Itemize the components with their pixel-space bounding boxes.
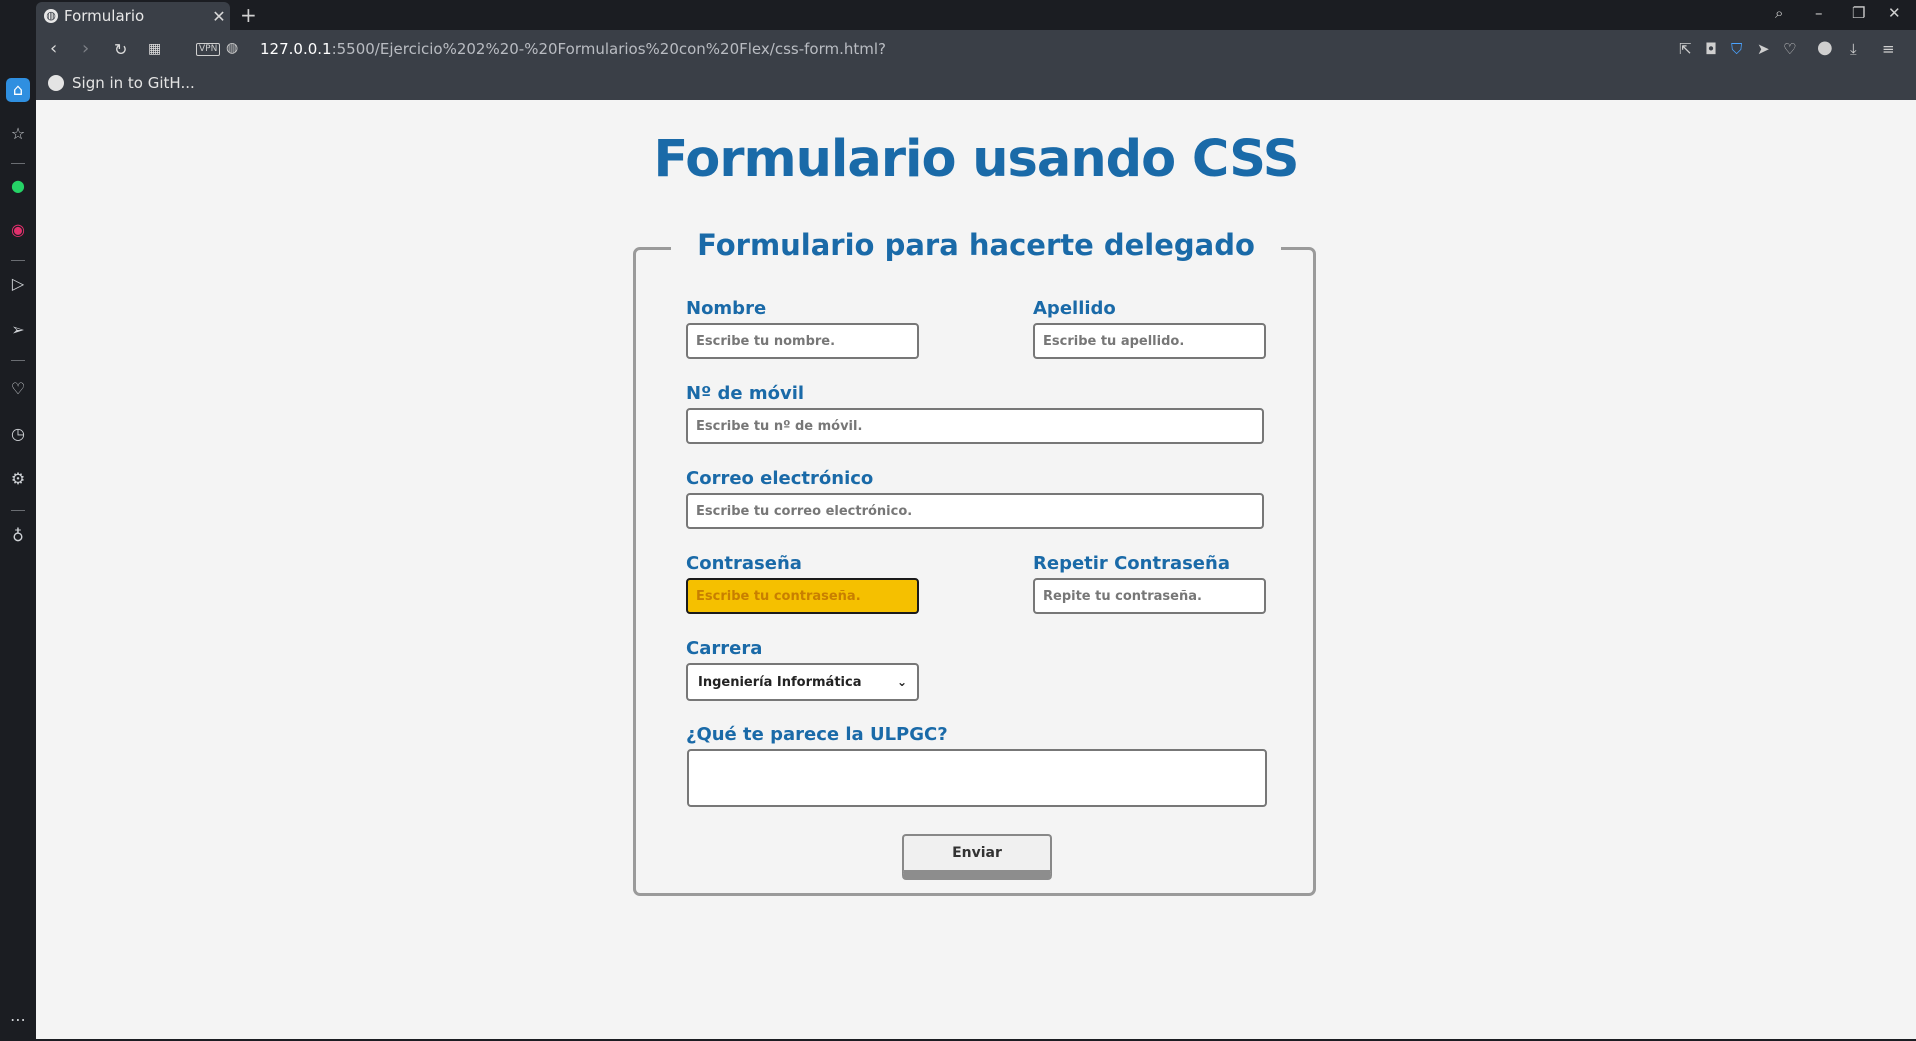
reload-icon[interactable]: ↻ [114, 40, 127, 59]
bookmark-label: Sign in to GitH... [72, 74, 195, 92]
carrera-select[interactable]: Ingeniería Informática ⌄ [686, 663, 919, 701]
sidebar-divider [11, 360, 25, 361]
share-icon[interactable]: ⇱ [1679, 40, 1692, 58]
heart-icon[interactable]: ♡ [6, 377, 30, 401]
sidebar-divider [11, 510, 25, 511]
opinion-label: ¿Qué te parece la ULPGC? [686, 724, 948, 745]
opinion-textarea[interactable] [687, 749, 1267, 807]
whatsapp-icon[interactable]: ● [6, 174, 30, 198]
sidebar: ⌂ ☆ ● ◉ ▷ ➢ ♡ ◷ ⚙ ♁ ⋯ [0, 30, 36, 1041]
carrera-label: Carrera [686, 638, 763, 659]
send-icon[interactable]: ➤ [1757, 40, 1770, 58]
repeat-password-label: Repetir Contraseña [1033, 553, 1230, 574]
movil-label: Nº de móvil [686, 383, 805, 404]
password-input[interactable]: Escribe tu contraseña. [686, 578, 919, 614]
submit-button[interactable]: Enviar [902, 834, 1052, 880]
back-arrow-icon[interactable]: ‹ [50, 38, 57, 59]
movil-input[interactable]: Escribe tu nº de móvil. [686, 408, 1264, 444]
star-icon[interactable]: ☆ [6, 122, 30, 146]
tab-title: Formulario [64, 7, 145, 25]
correo-label: Correo electrónico [686, 468, 874, 489]
legend-text: Formulario para hacerte delegado [671, 228, 1281, 262]
more-icon[interactable]: ⋯ [6, 1008, 30, 1032]
carrera-selected: Ingeniería Informática [698, 674, 862, 690]
home-icon[interactable]: ⌂ [6, 78, 30, 102]
close-window-icon[interactable]: ✕ [1888, 4, 1901, 22]
forward-arrow-icon[interactable]: › [82, 38, 89, 59]
sidebar-divider [11, 163, 25, 164]
url-path: :5500/Ejercicio%202%20-%20Formularios%20… [331, 40, 886, 58]
github-icon [48, 75, 64, 91]
heart-icon[interactable]: ♡ [1783, 40, 1796, 58]
chevron-down-icon: ⌄ [896, 675, 907, 689]
tab-bar: ◍ Formulario ✕ + ⌕ – ❐ ✕ [0, 0, 1916, 30]
send-icon[interactable]: ➢ [6, 318, 30, 342]
browser-toolbar: ‹ › ↻ ▦ VPN ◍ 127.0.0.1:5500/Ejercicio%2… [36, 30, 1916, 100]
shield-icon[interactable]: ⛉ [1731, 40, 1742, 58]
new-tab-button[interactable]: + [240, 3, 257, 27]
close-tab-icon[interactable]: ✕ [208, 7, 230, 26]
globe-icon: ◍ [226, 40, 239, 56]
form-legend: Formulario para hacerte delegado [36, 228, 1916, 262]
history-icon[interactable]: ◷ [6, 422, 30, 446]
download-icon[interactable]: ⤓ [1850, 40, 1857, 58]
restore-icon[interactable]: ❐ [1852, 4, 1865, 22]
correo-input[interactable]: Escribe tu correo electrónico. [686, 493, 1264, 529]
lightbulb-icon[interactable]: ♁ [6, 524, 30, 548]
repeat-password-input[interactable]: Repite tu contraseña. [1033, 578, 1266, 614]
apellido-input[interactable]: Escribe tu apellido. [1033, 323, 1266, 359]
tab-formulario[interactable]: ◍ Formulario ✕ [36, 2, 230, 30]
instagram-icon[interactable]: ◉ [6, 218, 30, 242]
nombre-label: Nombre [686, 298, 767, 319]
globe-icon: ◍ [44, 9, 58, 23]
address-bar[interactable]: 127.0.0.1:5500/Ejercicio%202%20-%20Formu… [260, 40, 886, 58]
nombre-input[interactable]: Escribe tu nombre. [686, 323, 919, 359]
url-host: 127.0.0.1 [260, 40, 332, 58]
user-icon[interactable]: ● [1817, 37, 1833, 58]
page: Formulario usando CSS Formulario para ha… [36, 100, 1916, 1041]
minimize-icon[interactable]: – [1815, 4, 1823, 22]
grid-icon[interactable]: ▦ [148, 41, 161, 57]
menu-icon[interactable]: ≡ [1882, 40, 1895, 58]
player-icon[interactable]: ▷ [6, 272, 30, 296]
page-title: Formulario usando CSS [653, 130, 1300, 189]
search-icon[interactable]: ⌕ [1775, 4, 1783, 22]
settings-icon[interactable]: ⚙ [6, 467, 30, 491]
password-label: Contraseña [686, 553, 802, 574]
vpn-badge[interactable]: VPN [196, 43, 221, 56]
bookmark-github[interactable]: Sign in to GitH... [48, 74, 195, 92]
apellido-label: Apellido [1033, 298, 1116, 319]
camera-icon[interactable]: ◘ [1705, 40, 1717, 58]
sidebar-divider [11, 260, 25, 261]
